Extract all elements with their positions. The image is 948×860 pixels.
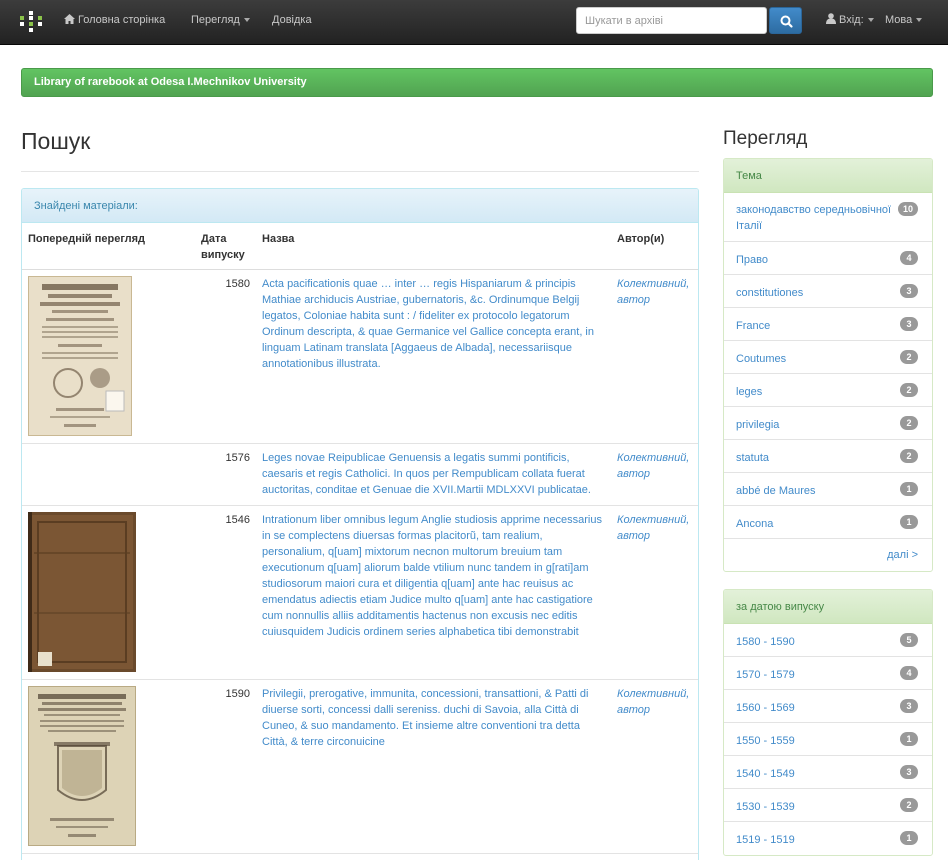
count-badge: 3 [900,284,918,298]
subject-item[interactable]: Ancona 1 [724,506,932,539]
subject-item[interactable]: France 3 [724,308,932,341]
book-thumbnail[interactable] [28,686,136,846]
table-row: 1546 Intrationum liber omnibus legum Ang… [22,505,698,680]
thumbnail-cell [22,443,195,506]
site-logo-icon[interactable] [20,11,42,33]
count-badge: 2 [900,383,918,397]
author-cell[interactable]: Колективний, автор [611,679,698,854]
date-cell: 1580 [195,269,256,444]
search-icon [780,15,793,28]
repository-banner[interactable]: Library of rarebook at Odesa I.Mechnikov… [21,68,933,97]
count-badge: 3 [900,699,918,713]
count-badge: 10 [897,202,918,216]
book-thumbnail[interactable] [28,512,136,672]
table-row: 1590 Privilegii, prerogative, immunita, … [22,679,698,854]
chevron-down-icon [243,18,250,23]
nav-browse-dropdown[interactable]: Перегляд [191,0,250,45]
search-button[interactable] [769,7,802,34]
nav-home-link[interactable]: Головна сторінка [64,0,165,45]
item-title-link[interactable]: Acta pacificationis quae … inter … regis… [262,278,594,370]
results-panel: Знайдені матеріали: Попередній перегляд … [21,188,699,860]
count-badge: 2 [900,798,918,812]
author-cell[interactable]: Колективний, автор [611,443,698,506]
user-icon [826,13,836,24]
table-row: 1580 Acta pacificationis quae … inter … … [22,269,698,444]
count-badge: 2 [900,449,918,463]
count-badge: 1 [900,515,918,529]
book-thumbnail[interactable] [28,276,132,436]
title-cell: Acta pacificationis quae … inter … regis… [256,269,611,444]
chevron-down-icon [916,18,923,23]
subject-item[interactable]: Право 4 [724,242,932,275]
date-range-item[interactable]: 1519 - 1519 1 [724,822,932,855]
column-header-preview: Попередній перегляд [22,223,195,270]
column-header-date: Дата випуску [195,223,256,270]
nav-language-dropdown[interactable]: Мова [885,0,923,45]
count-badge: 3 [900,317,918,331]
date-cell: 1590 [195,679,256,854]
subject-item[interactable]: statuta 2 [724,440,932,473]
browse-by-subject-panel: Тема законодавство середньовічної Італії… [723,158,933,572]
count-badge: 5 [900,633,918,647]
count-badge: 1 [900,732,918,746]
subject-heading: Тема [724,159,932,193]
date-range-item[interactable]: 1580 - 1590 5 [724,624,932,657]
date-range-item[interactable]: 1570 - 1579 4 [724,657,932,690]
results-heading: Знайдені матеріали: [22,189,698,223]
more-subjects-link[interactable]: далі > [724,539,932,571]
divider [21,171,699,172]
thumbnail-cell [22,505,195,680]
title-cell: Privilegii, prerogative, immunita, conce… [256,679,611,854]
search-input[interactable] [576,7,767,34]
count-badge: 2 [900,350,918,364]
count-badge: 4 [900,251,918,265]
column-header-title: Назва [256,223,611,270]
item-title-link[interactable]: Privilegii, prerogative, immunita, conce… [262,688,588,748]
thumbnail-cell [22,679,195,854]
subject-item[interactable]: законодавство середньовічної Італії 10 [724,193,932,242]
date-cell: 1576 [195,443,256,506]
browse-by-date-panel: за датою випуску 1580 - 1590 5 1570 - 157… [723,589,933,856]
chevron-down-icon [867,18,874,23]
subject-item[interactable]: constitutiones 3 [724,275,932,308]
author-cell[interactable]: Колективний, автор [611,505,698,680]
subject-item[interactable]: leges 2 [724,374,932,407]
results-table-header: Попередній перегляд Дата випуску Назва А… [22,223,698,270]
date-cell: 1546 [195,505,256,680]
thumbnail-cell [22,853,195,860]
table-row: 1576 Leges novae Reipublicae Genuensis a… [22,443,698,506]
date-heading: за датою випуску [724,590,932,624]
top-navbar: Головна сторінка Перегляд Довідка Вхід: … [0,0,948,45]
nav-login-dropdown[interactable]: Вхід: [826,0,874,45]
home-icon [64,14,75,24]
sidebar-title: Перегляд [723,128,808,149]
date-range-item[interactable]: 1540 - 1549 3 [724,756,932,789]
author-cell[interactable]: Колективний, автор [611,269,698,444]
column-header-author: Автор(и) [611,223,698,270]
results-table: Попередній перегляд Дата випуску Назва А… [22,223,698,860]
subject-item[interactable]: abbé de Maures 1 [724,473,932,506]
count-badge: 3 [900,765,918,779]
nav-help-link[interactable]: Довідка [272,0,312,45]
title-cell: Intrationum liber omnibus legum Anglie s… [256,505,611,680]
date-range-item[interactable]: 1550 - 1559 1 [724,723,932,756]
count-badge: 4 [900,666,918,680]
count-badge: 2 [900,416,918,430]
count-badge: 1 [900,831,918,845]
table-row [22,853,698,860]
count-badge: 1 [900,482,918,496]
date-range-item[interactable]: 1560 - 1569 3 [724,690,932,723]
subject-item[interactable]: Coutumes 2 [724,341,932,374]
subject-item[interactable]: privilegia 2 [724,407,932,440]
date-range-item[interactable]: 1530 - 1539 2 [724,789,932,822]
item-title-link[interactable]: Leges novae Reipublicae Genuensis a lega… [262,452,591,496]
thumbnail-cell [22,269,195,444]
page-title: Пошук [21,128,91,154]
item-title-link[interactable]: Intrationum liber omnibus legum Anglie s… [262,514,602,638]
title-cell: Leges novae Reipublicae Genuensis a lega… [256,443,611,506]
